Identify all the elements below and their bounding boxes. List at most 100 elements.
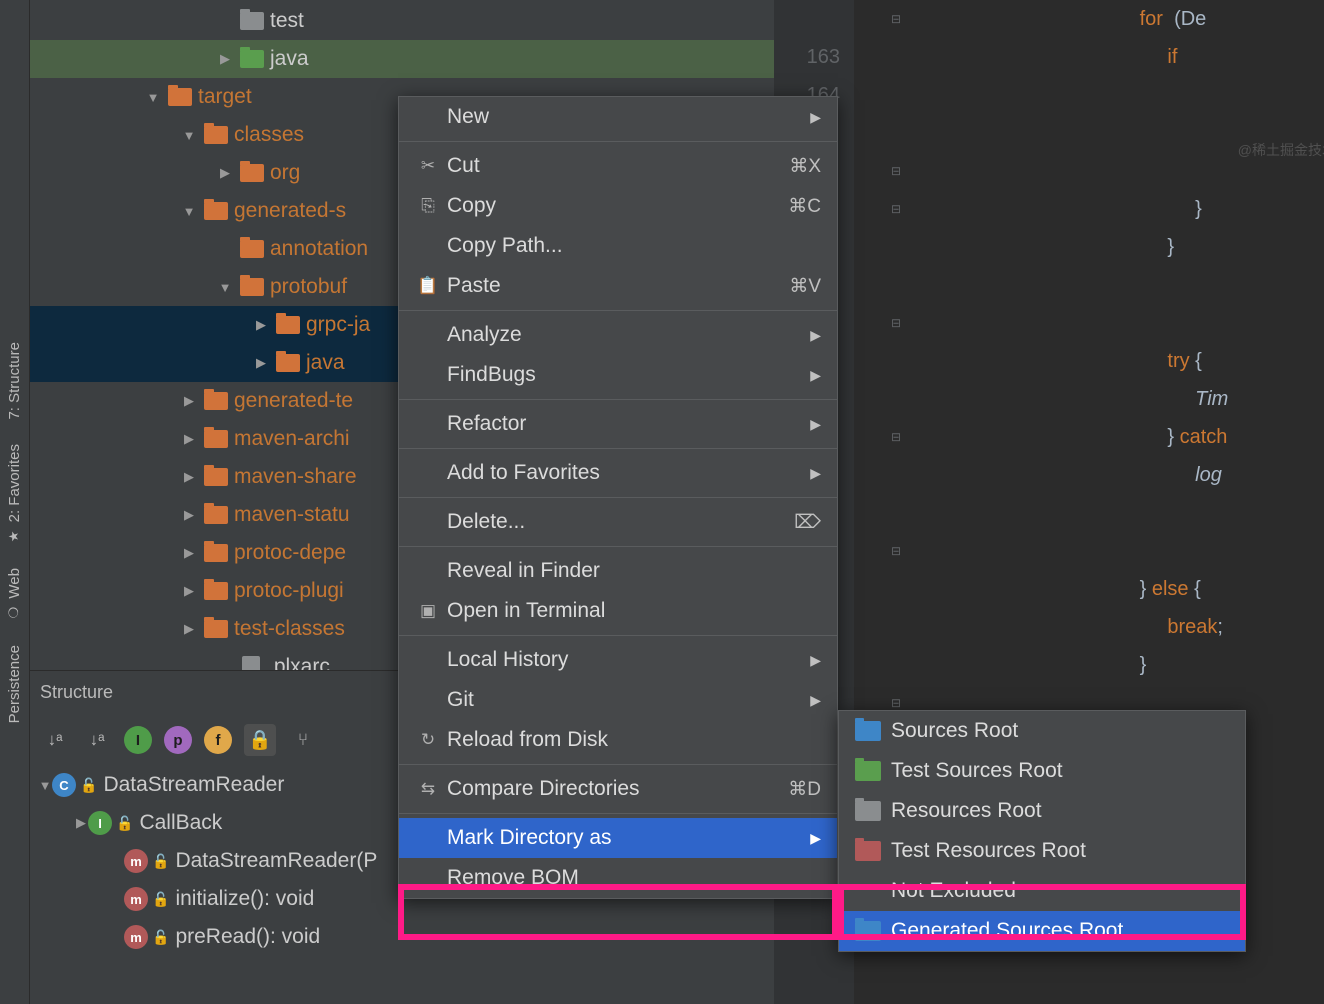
globe-icon: ❍ xyxy=(7,607,23,619)
filter-field-button[interactable]: f xyxy=(204,726,232,754)
expand-arrow-icon[interactable]: ▼ xyxy=(182,128,196,143)
fold-marker-icon[interactable]: ⊟ xyxy=(888,304,904,342)
menu-item[interactable]: ⎘Copy⌘C xyxy=(399,186,837,226)
fold-marker-icon[interactable] xyxy=(888,228,904,266)
submenu-label: Not Excluded xyxy=(891,879,1016,903)
expand-arrow-icon[interactable]: ▶ xyxy=(182,393,196,409)
expand-arrow-icon[interactable]: ▶ xyxy=(182,583,196,599)
expand-arrow-icon[interactable]: ▶ xyxy=(254,317,268,333)
menu-item[interactable]: Reveal in Finder xyxy=(399,551,837,591)
menu-item[interactable]: FindBugs▶ xyxy=(399,355,837,395)
menu-shortcut: ⌘V xyxy=(789,275,821,298)
fold-marker-icon[interactable]: ⊟ xyxy=(888,0,904,38)
submenu-item[interactable]: Not Excluded xyxy=(839,871,1245,911)
menu-separator xyxy=(399,764,837,765)
menu-label: Copy Path... xyxy=(441,234,821,258)
expand-arrow-icon[interactable]: ▶ xyxy=(74,815,88,831)
structure-label: CallBack xyxy=(139,811,222,835)
fold-marker-icon[interactable]: ⊟ xyxy=(888,190,904,228)
fold-marker-icon[interactable] xyxy=(888,380,904,418)
fold-marker-icon[interactable] xyxy=(888,456,904,494)
folder-type-icon xyxy=(855,921,881,941)
fold-marker-icon[interactable] xyxy=(888,76,904,114)
expand-arrow-icon[interactable]: ▶ xyxy=(182,507,196,523)
menu-item[interactable]: ✂Cut⌘X xyxy=(399,146,837,186)
menu-item[interactable]: Copy Path... xyxy=(399,226,837,266)
menu-item[interactable]: ↻Reload from Disk xyxy=(399,720,837,760)
menu-item[interactable]: Delete...⌦ xyxy=(399,502,837,542)
rail-structure[interactable]: 7: Structure xyxy=(2,330,27,432)
expand-arrow-icon[interactable]: ▶ xyxy=(182,621,196,637)
expand-arrow-icon[interactable]: ▼ xyxy=(218,280,232,295)
expand-arrow-icon[interactable]: ▶ xyxy=(218,51,232,67)
fold-marker-icon[interactable] xyxy=(888,114,904,152)
fold-marker-icon[interactable]: ⊟ xyxy=(888,152,904,190)
expand-arrow-icon[interactable]: ▶ xyxy=(218,165,232,181)
menu-item[interactable]: Local History▶ xyxy=(399,640,837,680)
member-type-icon: m xyxy=(124,925,148,949)
menu-item[interactable]: Analyze▶ xyxy=(399,315,837,355)
expand-arrow-icon[interactable]: ▼ xyxy=(38,778,52,793)
code-line xyxy=(934,532,1324,570)
tree-row[interactable]: ▶java xyxy=(30,40,774,78)
expand-arrow-icon[interactable]: ▶ xyxy=(254,355,268,371)
fold-marker-icon[interactable] xyxy=(888,608,904,646)
sort-visibility-button[interactable]: ↓ᵃ xyxy=(82,725,112,755)
menu-item[interactable]: Mark Directory as▶ xyxy=(399,818,837,858)
rail-web[interactable]: ❍Web xyxy=(2,556,27,633)
visibility-icon: 🔓 xyxy=(152,891,169,908)
submenu-item[interactable]: Resources Root xyxy=(839,791,1245,831)
menu-item[interactable]: Remove BOM xyxy=(399,858,837,898)
menu-item[interactable]: New▶ xyxy=(399,97,837,137)
submenu-label: Sources Root xyxy=(891,719,1018,743)
filter-interface-button[interactable]: I xyxy=(124,726,152,754)
menu-item[interactable]: Git▶ xyxy=(399,680,837,720)
menu-icon: ⇆ xyxy=(415,779,441,799)
visibility-icon: 🔓 xyxy=(116,815,133,832)
expand-button[interactable]: ⑂ xyxy=(288,725,318,755)
submenu-item[interactable]: Sources Root xyxy=(839,711,1245,751)
fold-marker-icon[interactable] xyxy=(888,494,904,532)
expand-arrow-icon[interactable]: ▶ xyxy=(182,545,196,561)
menu-shortcut: ⌘C xyxy=(788,195,821,218)
submenu-item[interactable]: Test Sources Root xyxy=(839,751,1245,791)
expand-arrow-icon[interactable]: ▼ xyxy=(146,90,160,105)
fold-marker-icon[interactable] xyxy=(888,570,904,608)
code-line: break; xyxy=(934,608,1324,646)
expand-arrow-icon[interactable]: ▼ xyxy=(182,204,196,219)
fold-marker-icon[interactable] xyxy=(888,266,904,304)
code-line: } xyxy=(934,190,1324,228)
expand-arrow-icon[interactable]: ▶ xyxy=(182,431,196,447)
menu-item[interactable]: ⇆Compare Directories⌘D xyxy=(399,769,837,809)
submenu-label: Test Sources Root xyxy=(891,759,1063,783)
fold-marker-icon[interactable] xyxy=(888,38,904,76)
fold-marker-icon[interactable] xyxy=(888,950,904,988)
folder-icon xyxy=(240,12,264,30)
submenu-item[interactable]: Test Resources Root xyxy=(839,831,1245,871)
submenu-arrow-icon: ▶ xyxy=(810,416,821,433)
rail-favorites[interactable]: ★2: Favorites xyxy=(2,432,27,556)
rail-persistence[interactable]: Persistence xyxy=(2,633,27,735)
tree-label: generated-te xyxy=(234,389,353,413)
lock-button[interactable]: 🔒 xyxy=(244,724,276,756)
context-menu: New▶ ✂Cut⌘X⎘Copy⌘C Copy Path... 📋Paste⌘V Ana… xyxy=(398,96,838,899)
tree-label: target xyxy=(198,85,252,109)
filter-property-button[interactable]: p xyxy=(164,726,192,754)
fold-marker-icon[interactable] xyxy=(888,342,904,380)
menu-item[interactable]: ▣Open in Terminal xyxy=(399,591,837,631)
fold-marker-icon[interactable]: ⊟ xyxy=(888,418,904,456)
expand-arrow-icon[interactable]: ▶ xyxy=(182,469,196,485)
submenu-item[interactable]: Generated Sources Root xyxy=(839,911,1245,951)
sort-alpha-button[interactable]: ↓ᵃ xyxy=(40,725,70,755)
tree-row[interactable]: ▶test xyxy=(30,2,774,40)
menu-item[interactable]: Add to Favorites▶ xyxy=(399,453,837,493)
structure-row[interactable]: ▶m🔓preRead(): void xyxy=(30,918,774,956)
tree-label: .plxarc xyxy=(268,655,330,670)
fold-marker-icon[interactable]: ⊟ xyxy=(888,532,904,570)
menu-item[interactable]: 📋Paste⌘V xyxy=(399,266,837,306)
folder-icon xyxy=(204,544,228,562)
fold-marker-icon[interactable] xyxy=(888,646,904,684)
menu-item[interactable]: Refactor▶ xyxy=(399,404,837,444)
left-rail: 7: Structure ★2: Favorites ❍Web Persiste… xyxy=(0,0,30,1004)
tree-label: maven-archi xyxy=(234,427,350,451)
